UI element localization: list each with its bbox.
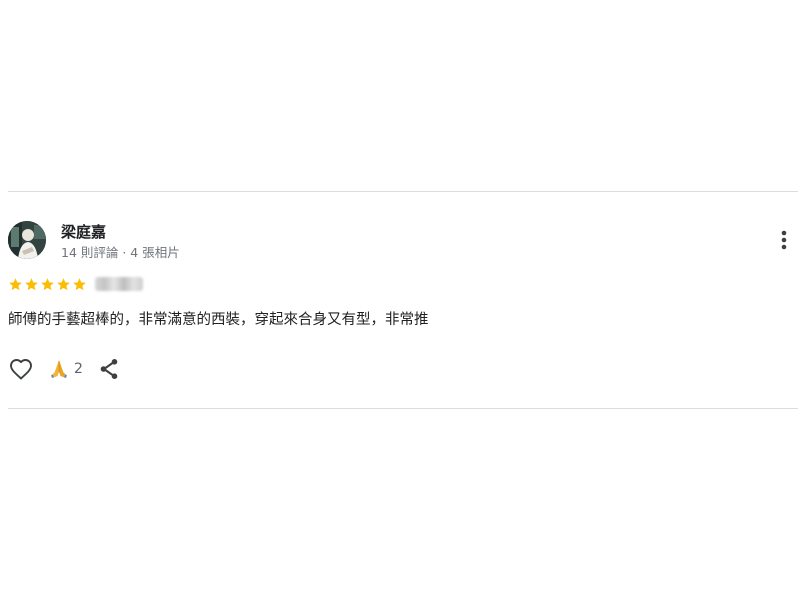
star-icon [41, 277, 54, 290]
reviewer-meta: 14 則評論 · 4 張相片 [61, 245, 180, 260]
more-vertical-icon [781, 230, 787, 250]
review-text: 師傅的手藝超棒的，非常滿意的西裝，穿起來合身又有型，非常推 [8, 312, 429, 328]
star-icon [9, 277, 22, 290]
share-button[interactable] [97, 357, 121, 381]
star-icon [73, 277, 86, 290]
heart-outline-icon [10, 359, 32, 380]
page: 梁庭嘉 14 則評論 · 4 張相片 師傅的手藝超棒的，非常滿意的西裝，穿起來合… [0, 0, 800, 600]
more-options-button[interactable] [772, 228, 796, 252]
share-icon [100, 359, 118, 379]
like-button[interactable] [8, 356, 34, 382]
user-avatar-photo-icon [8, 221, 46, 259]
star-icon [57, 277, 70, 290]
review-card: 梁庭嘉 14 則評論 · 4 張相片 師傅的手藝超棒的，非常滿意的西裝，穿起來合… [8, 192, 798, 408]
star-rating [8, 275, 143, 293]
praying-hands-icon [51, 360, 67, 378]
review-actions: 2 [8, 356, 121, 382]
stars [8, 277, 87, 292]
reaction-count: 2 [74, 361, 83, 377]
reviewer-name[interactable]: 梁庭嘉 [61, 221, 106, 242]
reaction-button[interactable]: 2 [48, 358, 83, 380]
divider-bottom [8, 408, 798, 409]
star-icon [25, 277, 38, 290]
reviewer-avatar[interactable] [8, 221, 46, 259]
review-date-blurred [95, 277, 143, 291]
